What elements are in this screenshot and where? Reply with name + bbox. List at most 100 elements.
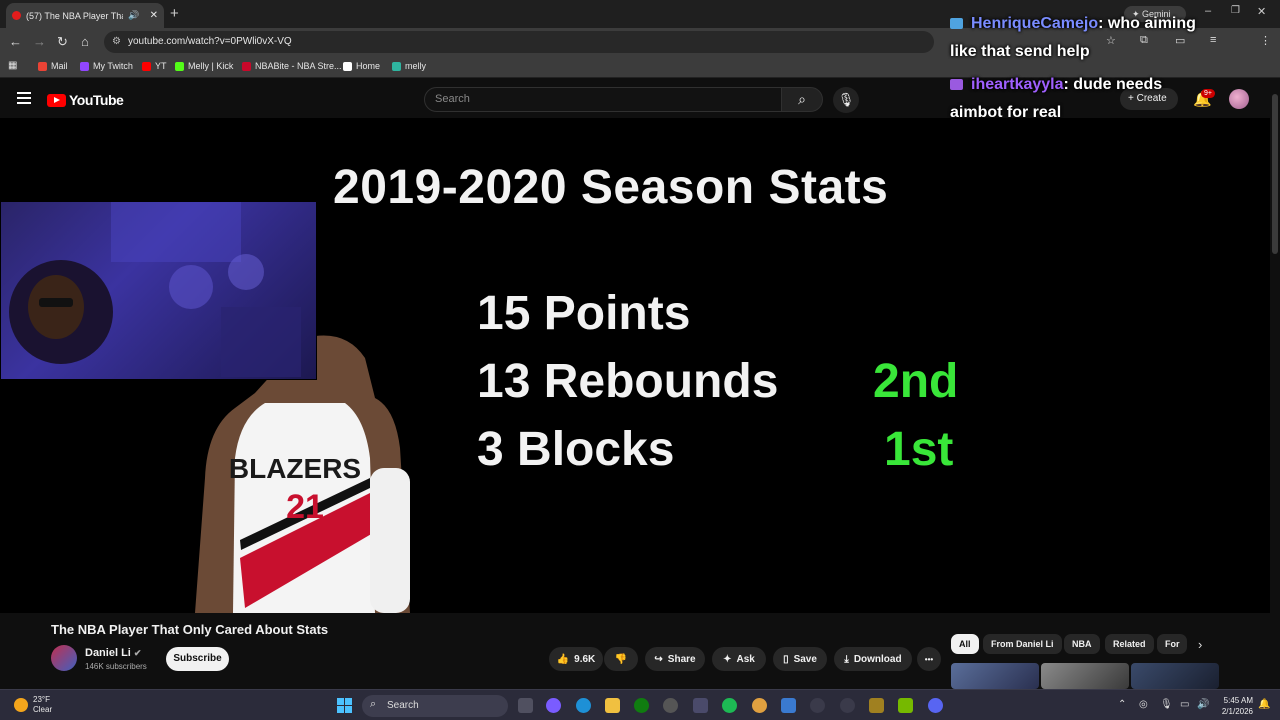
reload-icon[interactable]: ↻	[57, 34, 68, 50]
minimize-icon[interactable]: –	[1205, 5, 1211, 17]
chip-related[interactable]: Related	[1105, 634, 1154, 654]
tray-chevron-icon[interactable]: ⌃	[1118, 699, 1126, 710]
thumbs-up-icon: 👍	[556, 653, 570, 665]
chip-all[interactable]: All	[951, 634, 979, 654]
bookmark-item[interactable]: NBABite - NBA Stre...	[242, 61, 342, 71]
xbox-icon[interactable]	[634, 698, 649, 713]
back-icon[interactable]: ←	[9, 34, 22, 49]
chat-username-2: iheartkayyla	[971, 76, 1064, 93]
task-view-icon[interactable]	[518, 698, 533, 713]
forward-icon[interactable]: →	[33, 34, 46, 49]
file-explorer-icon[interactable]	[605, 698, 620, 713]
bookmark-item[interactable]: Melly | Kick	[175, 61, 233, 71]
ask-button[interactable]: ✦ Ask	[712, 647, 766, 671]
like-count: 9.6K	[574, 653, 596, 665]
tray-app-icon[interactable]: ◎	[1139, 699, 1148, 710]
chip-nba[interactable]: NBA	[1064, 634, 1100, 654]
weather-widget[interactable]: 23°F Clear	[14, 695, 52, 715]
nvidia-icon[interactable]	[898, 698, 913, 713]
browser-tab[interactable]: (57) The NBA Player That O 🔊 ✕	[6, 3, 164, 28]
subscriber-count: 146K subscribers	[85, 662, 147, 671]
bookmark-label: My Twitch	[93, 61, 133, 71]
channel-avatar[interactable]	[51, 645, 77, 671]
bookmark-item[interactable]: Home	[343, 61, 380, 71]
browser-menu-icon[interactable]: ⋮	[1260, 34, 1271, 47]
video-player[interactable]: 2019-2020 Season Stats 15 Points 13 Rebo…	[0, 118, 1270, 613]
recommended-thumbnail[interactable]	[1041, 663, 1129, 689]
save-button[interactable]: ▯ Save	[773, 647, 827, 671]
taskbar-search[interactable]: ⌕ Search	[362, 695, 508, 717]
chat-badge-icon	[950, 79, 963, 91]
microphone-tray-icon[interactable]: 🎙	[1160, 699, 1173, 710]
bookmark-item[interactable]: Mail	[38, 61, 68, 71]
subscribe-button[interactable]: Subscribe	[166, 647, 229, 671]
account-avatar[interactable]	[1229, 89, 1249, 109]
windows-start-icon[interactable]	[337, 698, 352, 713]
chrome-icon[interactable]	[752, 698, 767, 713]
recommended-thumbnail[interactable]	[951, 663, 1039, 689]
temperature: 23°F	[33, 695, 50, 704]
bookmark-label: NBABite - NBA Stre...	[255, 61, 342, 71]
media-player-icon[interactable]	[810, 698, 825, 713]
thumbs-down-icon: 👎	[614, 653, 628, 665]
chip-for-you[interactable]: For	[1157, 634, 1187, 654]
chat-username-1: HenriqueCamejo	[971, 15, 1099, 32]
page-scrollbar[interactable]	[1272, 94, 1278, 254]
bookmark-item[interactable]: My Twitch	[80, 61, 133, 71]
search-input[interactable]: Search	[424, 87, 782, 112]
dislike-button[interactable]: 👎	[604, 647, 638, 671]
bookmark-label: YT	[155, 61, 167, 71]
search-button[interactable]: ⌕	[781, 87, 823, 112]
address-bar[interactable]: ⚙ youtube.com/watch?v=0PWli0vX-VQ	[104, 31, 934, 53]
share-button[interactable]: ↪ Share	[645, 647, 705, 671]
bookmark-favicon-icon	[343, 61, 352, 71]
bookmark-favicon-icon	[38, 61, 47, 71]
spotify-icon[interactable]	[722, 698, 737, 713]
copilot-icon[interactable]	[546, 698, 561, 713]
more-actions-button[interactable]: •••	[917, 647, 941, 671]
bookmark-item[interactable]: YT	[142, 61, 167, 71]
home-icon[interactable]: ⌂	[81, 34, 89, 49]
youtube-logo[interactable]: YouTube	[47, 92, 124, 108]
speaker-icon[interactable]: 🔊	[128, 10, 139, 21]
site-info-icon[interactable]: ⚙	[112, 36, 121, 47]
chevron-right-icon[interactable]: ›	[1198, 637, 1202, 652]
chip-from-channel[interactable]: From Daniel Li	[983, 634, 1062, 654]
tab-title: (57) The NBA Player That O	[26, 10, 123, 21]
rank-blocks: 1st	[884, 423, 954, 476]
volume-icon[interactable]: 🔊	[1197, 699, 1209, 710]
download-button[interactable]: ⤓ Download	[834, 647, 912, 671]
download-icon: ⤓	[844, 653, 849, 665]
close-tab-icon[interactable]: ✕	[150, 10, 158, 21]
bookmark-item[interactable]: melly	[392, 61, 426, 71]
discord-icon[interactable]	[928, 698, 943, 713]
maximize-icon[interactable]: ❐	[1231, 5, 1240, 16]
verified-icon: ✔	[133, 648, 142, 658]
app-icon[interactable]	[781, 698, 796, 713]
reading-list-icon[interactable]: ≡	[1210, 34, 1216, 46]
notifications-icon[interactable]: 🔔	[1258, 699, 1270, 710]
edge-icon[interactable]	[576, 698, 591, 713]
menu-icon[interactable]	[17, 92, 31, 104]
jersey-team: BLAZERS	[229, 453, 361, 484]
search-placeholder: Search	[435, 93, 470, 105]
clock-time: 5:45 AM	[1223, 696, 1253, 705]
new-tab-button[interactable]: +	[170, 5, 179, 22]
obs-icon[interactable]	[663, 698, 678, 713]
stat-points: 15 Points	[477, 287, 691, 340]
channel-name[interactable]: Daniel Li ✔	[85, 647, 141, 659]
app-icon[interactable]	[869, 698, 884, 713]
store-icon[interactable]	[693, 698, 708, 713]
voice-search-button[interactable]: 🎙	[833, 87, 859, 113]
recommended-thumbnail[interactable]	[1131, 663, 1219, 689]
search-icon: ⌕	[370, 698, 377, 710]
network-icon[interactable]: ▭	[1180, 699, 1189, 710]
system-clock[interactable]: 5:45 AM 2/1/2026	[1213, 695, 1253, 717]
like-button[interactable]: 👍 9.6K	[549, 647, 603, 671]
rank-rebounds: 2nd	[873, 355, 959, 408]
microphone-icon: 🎙	[837, 92, 855, 107]
ask-label: Ask	[736, 653, 755, 665]
close-window-icon[interactable]: ✕	[1257, 5, 1266, 18]
app-icon[interactable]	[840, 698, 855, 713]
apps-grid-icon[interactable]: ▦	[8, 60, 17, 71]
